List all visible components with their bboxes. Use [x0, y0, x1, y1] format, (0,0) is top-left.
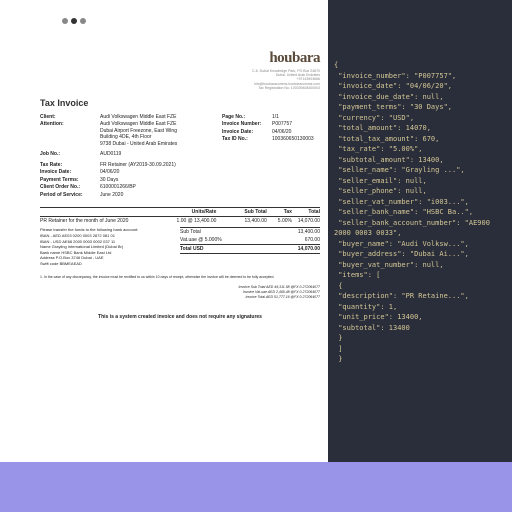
invnum-value: P007757 — [272, 121, 292, 128]
jobno-label: Job No.: — [40, 151, 100, 158]
bank-details: Please transfer the funds to the followi… — [40, 227, 180, 266]
line-total: 14,070.00 — [292, 218, 320, 224]
signature-note: This is a system created invoice and doe… — [40, 314, 320, 320]
subtotal-label: Sub Total — [180, 229, 201, 235]
logo: houbara — [40, 50, 320, 67]
taxid-label: Tax ID No.: — [222, 136, 272, 143]
col-subtotal: Sub Total — [216, 209, 266, 215]
col-total: Total — [292, 209, 320, 215]
line-items-table: Units/Rate Sub Total Tax Total PR Retain… — [40, 207, 320, 225]
line-subtotal: 13,400.00 — [216, 218, 266, 224]
invdate2-value: 04/06/20 — [272, 129, 291, 136]
invdate2-label: Invoice Date: — [222, 129, 272, 136]
client-label: Client: — [40, 114, 100, 121]
attention-value: Audi Volkswagen Middle East FZE Dubai Ai… — [100, 121, 208, 147]
col-tax: Tax — [267, 209, 292, 215]
footer-bar — [0, 462, 512, 512]
jobno-value: AUD0119 — [100, 151, 208, 158]
col-units: Units/Rate — [166, 209, 216, 215]
line-desc: PR Retainer for the month of June 2020 — [40, 218, 166, 224]
total-label: Total USD — [180, 246, 204, 252]
vat-value: 670.00 — [305, 237, 320, 243]
clientorder-value: 6100001266/BP — [100, 184, 208, 191]
total-value: 14,070.00 — [298, 246, 320, 252]
taxrate-value: FR Retainer (AY2019-30.09.2021) — [100, 162, 208, 169]
table-row: PR Retainer for the month of June 2020 1… — [40, 217, 320, 225]
attention-label: Attention: — [40, 121, 100, 147]
pageno-value: 1/1 — [272, 114, 279, 121]
payterms-label: Payment Terms: — [40, 177, 100, 184]
dot — [62, 18, 68, 24]
line-tax: 5.00% — [267, 218, 292, 224]
invoice-document: houbara C-6, Dubai Knowledge Park, PO Bo… — [40, 50, 320, 320]
invdate-label: Invoice Date: — [40, 169, 100, 176]
client-value: Audi Volkswagen Middle East FZE — [100, 114, 208, 121]
line-units: 1.00 @ 13,400.00 — [166, 218, 216, 224]
json-content: { "invoice_number": "P007757", "invoice_… — [334, 61, 490, 363]
vat-label: Vat.uae @ 5.000% — [180, 237, 222, 243]
taxid-value: 100360650130003 — [272, 136, 314, 143]
invdate-value: 04/06/20 — [100, 169, 208, 176]
dot-active — [71, 18, 77, 24]
logo-address: C-6, Dubai Knowledge Park, PO Box 24870 … — [40, 69, 320, 90]
totals-note: Invoice Sub Total AED 49,311.58 @FX 0.27… — [40, 285, 320, 300]
payterms-value: 30 Days — [100, 177, 208, 184]
json-sidebar: { "invoice_number": "P007757", "invoice_… — [328, 0, 512, 462]
dot — [80, 18, 86, 24]
subtotal-value: 13,400.00 — [298, 229, 320, 235]
taxrate-label: Tax Rate: — [40, 162, 100, 169]
terms: 1. In the case of any discrepancy, the i… — [40, 275, 320, 280]
period-value: June 2020 — [100, 192, 208, 199]
clientorder-label: Client Order No.: — [40, 184, 100, 191]
pagination-dots — [62, 18, 86, 24]
pageno-label: Page No.: — [222, 114, 272, 121]
invnum-label: Invoice Number: — [222, 121, 272, 128]
invoice-title: Tax Invoice — [40, 98, 320, 108]
period-label: Period of Service: — [40, 192, 100, 199]
